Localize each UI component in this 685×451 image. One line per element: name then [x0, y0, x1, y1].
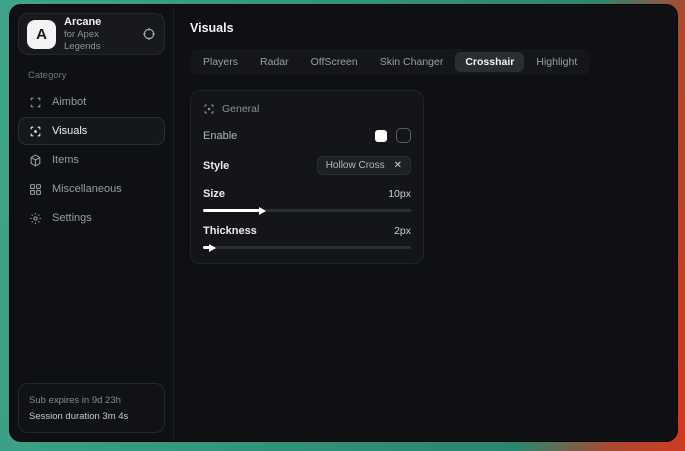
style-tag[interactable]: Hollow Cross ✕: [317, 156, 411, 175]
section-header: General: [203, 103, 411, 115]
crosshair-frame-icon: [29, 96, 42, 109]
enable-row: Enable: [203, 128, 411, 143]
package-icon: [29, 154, 42, 167]
sidebar-item-label: Visuals: [52, 125, 87, 137]
sidebar: A Arcane for Apex Legends Category Aimbo…: [10, 5, 174, 441]
subscription-info-card: Sub expires in 9d 23h Session duration 3…: [18, 383, 165, 433]
sidebar-item-aimbot[interactable]: Aimbot: [18, 88, 165, 116]
app-window: A Arcane for Apex Legends Category Aimbo…: [9, 4, 678, 442]
sidebar-item-visuals[interactable]: Visuals: [18, 117, 165, 145]
tab-crosshair[interactable]: Crosshair: [455, 52, 524, 72]
brand-text: Arcane for Apex Legends: [64, 15, 134, 54]
style-value: Hollow Cross: [326, 160, 385, 171]
enable-label: Enable: [203, 130, 237, 142]
tab-radar[interactable]: Radar: [250, 52, 299, 72]
app-title: Arcane: [64, 15, 134, 29]
sidebar-item-miscellaneous[interactable]: Miscellaneous: [18, 175, 165, 203]
section-title: General: [222, 103, 259, 115]
main-content: Visuals Players Radar OffScreen Skin Cha…: [174, 5, 677, 441]
page-title: Visuals: [190, 21, 661, 35]
focus-icon: [203, 103, 215, 115]
size-setting: Size 10px: [203, 188, 411, 212]
tab-offscreen[interactable]: OffScreen: [301, 52, 368, 72]
style-row: Style Hollow Cross ✕: [203, 156, 411, 175]
size-slider[interactable]: [203, 209, 411, 212]
sidebar-item-items[interactable]: Items: [18, 146, 165, 174]
tab-skin-changer[interactable]: Skin Changer: [370, 52, 454, 72]
sidebar-item-label: Items: [52, 154, 79, 166]
general-settings-panel: General Enable Style Hollow Cross ✕ Size: [190, 90, 424, 264]
target-icon[interactable]: [142, 27, 156, 41]
tab-bar: Players Radar OffScreen Skin Changer Cro…: [190, 49, 590, 75]
color-swatch[interactable]: [375, 130, 387, 142]
enable-checkbox[interactable]: [396, 128, 411, 143]
thickness-label: Thickness: [203, 225, 257, 237]
grid-icon: [29, 183, 42, 196]
sidebar-item-label: Settings: [52, 212, 92, 224]
close-icon[interactable]: ✕: [394, 161, 402, 171]
sub-expires-text: Sub expires in 9d 23h: [29, 392, 154, 409]
size-value: 10px: [388, 188, 411, 200]
sidebar-item-settings[interactable]: Settings: [18, 204, 165, 232]
gear-icon: [29, 212, 42, 225]
app-subtitle: for Apex Legends: [64, 29, 134, 54]
tab-highlight[interactable]: Highlight: [526, 52, 587, 72]
thickness-setting: Thickness 2px: [203, 225, 411, 249]
scan-eye-icon: [29, 125, 42, 138]
brand-card: A Arcane for Apex Legends: [18, 13, 165, 55]
sidebar-item-label: Miscellaneous: [52, 183, 122, 195]
thickness-value: 2px: [394, 225, 411, 237]
app-logo: A: [27, 20, 56, 49]
thickness-slider[interactable]: [203, 246, 411, 249]
size-slider-thumb[interactable]: [259, 207, 266, 215]
sidebar-item-label: Aimbot: [52, 96, 86, 108]
sidebar-nav: Aimbot Visuals Items: [18, 88, 165, 232]
thickness-slider-thumb[interactable]: [209, 244, 216, 252]
style-label: Style: [203, 160, 229, 172]
session-duration-text: Session duration 3m 4s: [29, 409, 154, 424]
category-label: Category: [28, 70, 155, 81]
size-label: Size: [203, 188, 225, 200]
tab-players[interactable]: Players: [193, 52, 248, 72]
